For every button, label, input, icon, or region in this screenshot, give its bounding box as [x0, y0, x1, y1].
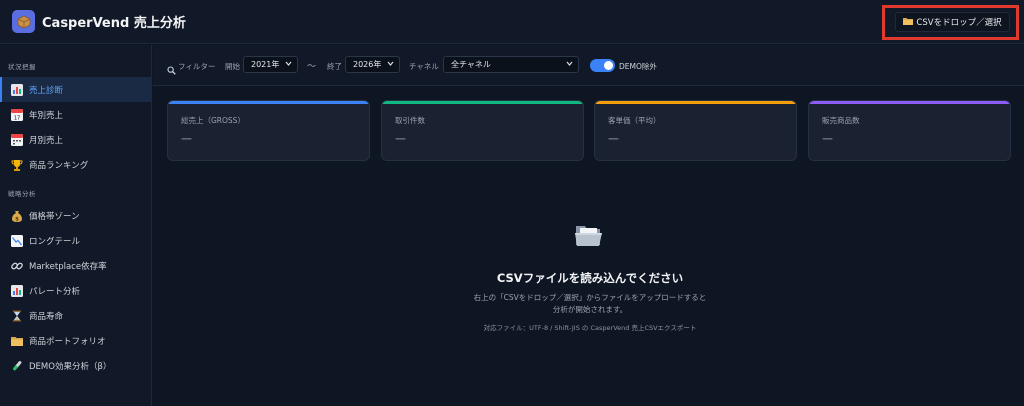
start-year-value: 2021年: [251, 60, 280, 69]
sidebar-section-label: 状況把握: [8, 63, 36, 71]
sidebar-item-yearly-sales[interactable]: 17 年別売上: [0, 102, 152, 127]
end-label: 終了: [327, 62, 342, 71]
app-header: CasperVend 売上分析 CSVをドロップ／選択: [0, 0, 1024, 44]
sidebar-item-monthly-sales[interactable]: 月別売上: [0, 127, 152, 152]
kpi-card-gross-sales: 総売上（GROSS） —: [167, 100, 370, 161]
sidebar-item-label: DEMO効果分析（β）: [29, 361, 112, 372]
sidebar: 状況把握 売上診断 17 年別売上 月別売上 商品ランキング 戦略分析 $ 価格…: [0, 45, 152, 406]
kpi-label: 取引件数: [395, 116, 425, 125]
highlight-annotation: [882, 5, 1019, 40]
filter-icon: [167, 60, 176, 79]
channel-select[interactable]: 全チャネル: [443, 56, 579, 73]
sidebar-item-marketplace-dependency[interactable]: Marketplace依存率: [0, 253, 152, 278]
svg-text:17: 17: [13, 115, 19, 121]
kpi-card-products-sold: 販売商品数 —: [808, 100, 1011, 161]
chevron-down-icon: [387, 60, 394, 69]
empty-state-desc-line: 右上の「CSVをドロップ／選択」からファイルをアップロードすると: [473, 293, 707, 302]
sidebar-item-label: 商品寿命: [29, 311, 64, 322]
card-accent-bar: [168, 101, 369, 104]
trend-down-icon: [10, 234, 23, 247]
card-accent-bar: [595, 101, 796, 104]
app-logo-icon: [12, 10, 35, 33]
toggle-knob: [604, 61, 613, 70]
kpi-card-transactions: 取引件数 —: [381, 100, 584, 161]
kpi-value: —: [395, 132, 406, 145]
open-folder-icon: [574, 220, 604, 250]
sidebar-item-label: 商品ポートフォリオ: [29, 336, 106, 347]
app-title: CasperVend 売上分析: [42, 16, 186, 31]
chevron-down-icon: [285, 60, 292, 69]
demo-exclude-toggle[interactable]: [590, 59, 615, 72]
bar-chart-icon: [10, 83, 23, 96]
kpi-label: 販売商品数: [822, 116, 860, 125]
range-separator: 〜: [307, 62, 317, 72]
filter-bar: フィルター 開始 2021年 〜 終了 2026年 チャネル 全チャネル DEM…: [153, 45, 1024, 86]
sidebar-item-label: 年別売上: [29, 110, 64, 121]
sidebar-item-price-zone[interactable]: $ 価格帯ゾーン: [0, 203, 152, 228]
hourglass-icon: [10, 309, 23, 322]
trophy-icon: [10, 158, 23, 171]
folder-icon: [10, 334, 23, 347]
test-tube-icon: [10, 359, 23, 372]
supported-files-note: 対応ファイル：UTF-8 / Shift-JIS の CasperVend 売上…: [483, 324, 697, 332]
card-accent-bar: [809, 101, 1010, 104]
bar-chart-icon: [10, 284, 23, 297]
link-icon: [10, 259, 23, 272]
kpi-value: —: [822, 132, 833, 145]
calendar-icon: 17: [10, 108, 23, 121]
sidebar-item-product-lifespan[interactable]: 商品寿命: [0, 303, 152, 328]
kpi-card-average-order: 客単価（平均） —: [594, 100, 797, 161]
sidebar-item-product-ranking[interactable]: 商品ランキング: [0, 152, 152, 177]
empty-state-description: 右上の「CSVをドロップ／選択」からファイルをアップロードすると 分析が開始され…: [440, 292, 740, 316]
channel-value: 全チャネル: [451, 60, 491, 69]
channel-label: チャネル: [409, 62, 439, 71]
kpi-value: —: [181, 132, 192, 145]
filter-label: フィルター: [178, 62, 216, 71]
sidebar-item-demo-effect-analysis[interactable]: DEMO効果分析（β）: [0, 353, 152, 378]
empty-state-desc-line: 分析が開始されます。: [552, 305, 628, 314]
demo-exclude-label: DEMO除外: [619, 62, 657, 71]
card-accent-bar: [382, 101, 583, 104]
sidebar-item-label: 月別売上: [29, 135, 64, 146]
svg-text:$: $: [15, 216, 19, 222]
sidebar-item-product-portfolio[interactable]: 商品ポートフォリオ: [0, 328, 152, 353]
sidebar-item-label: 商品ランキング: [29, 160, 89, 171]
kpi-value: —: [608, 132, 619, 145]
empty-state-title: CSVファイルを読み込んでください: [496, 271, 684, 285]
sidebar-item-label: Marketplace依存率: [29, 261, 107, 272]
sidebar-item-sales-diagnosis[interactable]: 売上診断: [0, 77, 152, 102]
sidebar-item-label: 売上診断: [29, 85, 64, 96]
kpi-label: 客単価（平均）: [608, 116, 661, 125]
calendar-icon: [10, 133, 23, 146]
sidebar-item-label: パレート分析: [29, 286, 81, 297]
end-year-value: 2026年: [353, 60, 382, 69]
chevron-down-icon: [566, 60, 573, 69]
sidebar-section-label: 戦略分析: [8, 190, 36, 198]
sidebar-item-pareto-analysis[interactable]: パレート分析: [0, 278, 152, 303]
kpi-label: 総売上（GROSS）: [181, 116, 245, 125]
sidebar-item-long-tail[interactable]: ロングテール: [0, 228, 152, 253]
end-year-select[interactable]: 2026年: [345, 56, 400, 73]
money-bag-icon: $: [10, 209, 23, 222]
sidebar-item-label: ロングテール: [29, 236, 81, 247]
start-year-select[interactable]: 2021年: [243, 56, 298, 73]
start-label: 開始: [225, 62, 240, 71]
sidebar-item-label: 価格帯ゾーン: [29, 211, 80, 222]
